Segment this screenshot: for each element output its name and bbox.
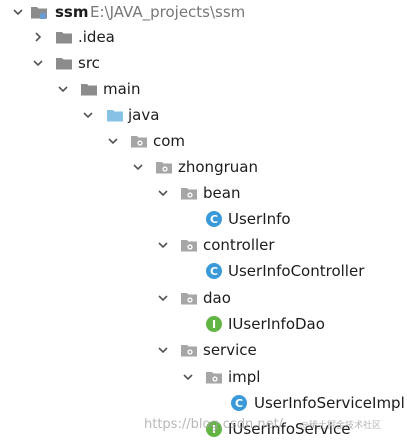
- package-icon: [180, 289, 198, 307]
- interface-icon: I: [205, 315, 223, 333]
- svg-text:C: C: [235, 397, 243, 410]
- userinfoserviceimpl-label: UserInfoServiceImpl: [254, 394, 405, 412]
- src-label: src: [78, 54, 100, 72]
- tree-node-userinfo[interactable]: C UserInfo: [0, 206, 407, 232]
- tree-node-userinfoserviceimpl[interactable]: C UserInfoServiceImpl: [0, 390, 407, 416]
- watermark-community: @稀土掘金技术社区: [300, 421, 382, 431]
- watermark-url: https://blog.csdn.net/: [144, 417, 284, 432]
- tree-node-ssm[interactable]: ssm E:\JAVA_projects\ssm: [0, 0, 407, 25]
- folder-icon: [55, 54, 73, 72]
- impl-label: impl: [228, 368, 261, 386]
- folder-icon: [55, 28, 73, 46]
- tree-node-com[interactable]: com: [0, 128, 407, 154]
- svg-text:I: I: [212, 318, 216, 331]
- tree-node-bean[interactable]: bean: [0, 180, 407, 206]
- class-icon: C: [205, 262, 223, 280]
- tree-node-userinfocontroller[interactable]: C UserInfoController: [0, 258, 407, 284]
- class-icon: C: [205, 210, 223, 228]
- svg-text:C: C: [210, 265, 218, 278]
- service-label: service: [203, 341, 257, 359]
- root-label: ssm: [55, 3, 89, 21]
- chevron-down-icon[interactable]: [107, 135, 119, 147]
- package-icon: [205, 368, 223, 386]
- userinfo-label: UserInfo: [228, 210, 291, 228]
- chevron-down-icon[interactable]: [12, 6, 24, 18]
- tree-node-src[interactable]: src: [0, 50, 407, 76]
- main-label: main: [103, 80, 141, 98]
- class-icon: C: [230, 394, 248, 412]
- chevron-down-icon[interactable]: [82, 109, 94, 121]
- java-label: java: [128, 106, 160, 124]
- source-folder-icon: [106, 106, 124, 124]
- tree-node-impl[interactable]: impl: [0, 364, 407, 390]
- dao-label: dao: [203, 289, 231, 307]
- controller-label: controller: [203, 236, 275, 254]
- chevron-down-icon[interactable]: [32, 57, 44, 69]
- chevron-down-icon[interactable]: [182, 371, 194, 383]
- chevron-down-icon[interactable]: [157, 292, 169, 304]
- package-icon: [155, 158, 173, 176]
- module-folder-icon: [30, 3, 48, 21]
- package-icon: [180, 184, 198, 202]
- zhongruan-label: zhongruan: [178, 158, 258, 176]
- tree-node-service[interactable]: service: [0, 337, 407, 363]
- chevron-down-icon[interactable]: [57, 83, 69, 95]
- tree-node-idea[interactable]: .idea: [0, 24, 407, 50]
- project-tree: ssm E:\JAVA_projects\ssm .idea src main: [0, 0, 407, 443]
- package-icon: [130, 132, 148, 150]
- tree-node-java[interactable]: java: [0, 102, 407, 128]
- chevron-down-icon[interactable]: [157, 239, 169, 251]
- idea-label: .idea: [78, 28, 115, 46]
- chevron-down-icon[interactable]: [132, 161, 144, 173]
- chevron-down-icon[interactable]: [157, 187, 169, 199]
- package-icon: [180, 236, 198, 254]
- tree-node-zhongruan[interactable]: zhongruan: [0, 154, 407, 180]
- tree-node-iuserinfodao[interactable]: I IUserInfoDao: [0, 311, 407, 337]
- chevron-down-icon[interactable]: [157, 344, 169, 356]
- folder-icon: [80, 80, 98, 98]
- tree-node-main[interactable]: main: [0, 76, 407, 102]
- userinfocontroller-label: UserInfoController: [228, 262, 365, 280]
- tree-node-controller[interactable]: controller: [0, 232, 407, 258]
- svg-text:C: C: [210, 213, 218, 226]
- root-path: E:\JAVA_projects\ssm: [90, 3, 246, 21]
- com-label: com: [153, 132, 186, 150]
- iuserinfodao-label: IUserInfoDao: [228, 315, 325, 333]
- bean-label: bean: [203, 184, 241, 202]
- package-icon: [180, 341, 198, 359]
- chevron-right-icon[interactable]: [32, 31, 44, 43]
- tree-node-dao[interactable]: dao: [0, 285, 407, 311]
